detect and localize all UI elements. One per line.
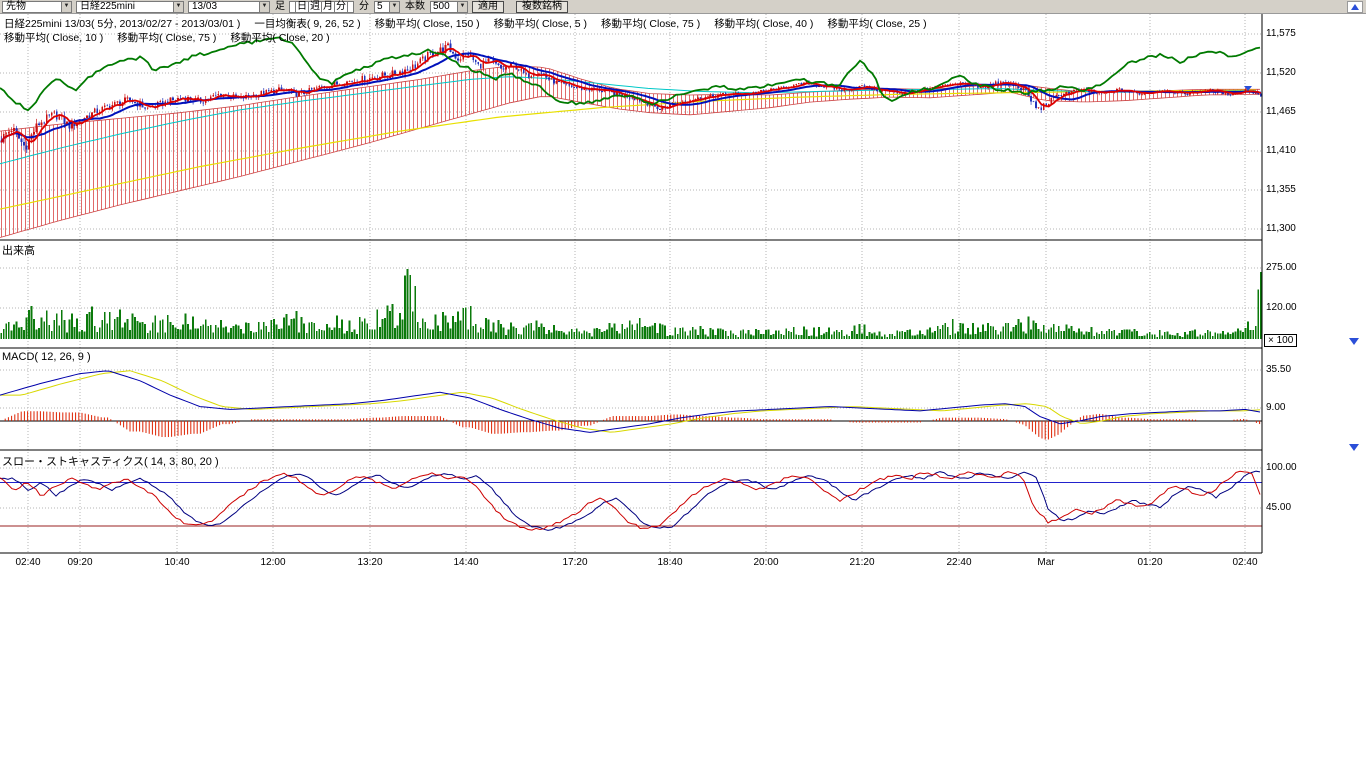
chart-canvas[interactable] [0,0,1366,575]
minute-label: 分 [358,1,370,12]
legend-item: 移動平均( Close, 25 ) [827,16,926,31]
chevron-down-icon[interactable]: ▼ [61,2,71,12]
macd-panel-label: MACD( 12, 26, 9 ) [2,351,91,363]
period-button-group: 日週月分 [290,1,354,13]
stoch-axis-label: 100.00 [1266,462,1297,473]
instrument-type-value: 先物 [6,1,26,12]
contract-month-select[interactable]: 13/03 ▼ [188,1,270,13]
instrument-value: 日経225mini [80,1,135,12]
legend-row-1: 日経225mini 13/03( 5分, 2013/02/27 - 2013/0… [4,16,927,31]
period-button-1[interactable]: 週 [308,1,322,13]
volume-axis-label: 120.00 [1266,302,1297,313]
chevron-down-icon[interactable]: ▼ [173,2,183,12]
time-axis-label: 12:00 [251,557,295,568]
price-axis-label: 11,410 [1266,145,1296,156]
chevron-down-icon[interactable]: ▼ [389,2,399,12]
period-button-2[interactable]: 月 [321,1,335,13]
period-button-3[interactable]: 分 [334,1,348,13]
scroll-up-button[interactable] [1347,1,1363,13]
volume-axis-label: 275.00 [1266,262,1297,273]
time-axis-label: 18:40 [648,557,692,568]
legend-item: 移動平均( Close, 10 ) [4,30,103,45]
time-axis-label: Mar [1024,557,1068,568]
period-button-narrow-right[interactable] [347,1,354,13]
time-axis-label: 09:20 [58,557,102,568]
last-price-marker-icon [1244,86,1252,91]
chevron-down-icon[interactable]: ▼ [457,2,467,12]
time-axis-label: 20:00 [744,557,788,568]
toolbar: 先物 ▼ 日経225mini ▼ 13/03 ▼ 足 日週月分 分 5 ▼ 本数… [0,0,1366,14]
time-axis-label: 13:20 [348,557,392,568]
volume-panel-collapse-icon[interactable] [1349,338,1359,345]
period-label: 足 [274,1,286,12]
time-axis-label: 14:40 [444,557,488,568]
price-axis-label: 11,300 [1266,223,1296,234]
legend-item: 移動平均( Close, 5 ) [494,16,587,31]
time-axis-label: 02:40 [1223,557,1267,568]
macd-panel-collapse-icon[interactable] [1349,444,1359,451]
legend-item: 日経225mini 13/03( 5分, 2013/02/27 - 2013/0… [4,16,240,31]
bars-value: 500 [433,1,450,12]
legend-item: 移動平均( Close, 20 ) [230,30,329,45]
macd-axis-label: 9.00 [1266,402,1285,413]
time-axis-label: 21:20 [840,557,884,568]
volume-multiplier-badge: × 100 [1264,334,1297,347]
bars-input[interactable]: 500 ▼ [430,1,468,13]
contract-month-value: 13/03 [192,1,217,12]
stoch-axis-label: 45.00 [1266,502,1291,513]
time-axis-label: 02:40 [6,557,50,568]
legend-row-2: 移動平均( Close, 10 ) 移動平均( Close, 75 ) 移動平均( … [4,30,330,45]
apply-button[interactable]: 適用 [472,1,504,13]
macd-axis-label: 35.50 [1266,364,1291,375]
legend-item: 移動平均( Close, 75 ) [117,30,216,45]
legend-item: 移動平均( Close, 40 ) [714,16,813,31]
time-axis-label: 22:40 [937,557,981,568]
stoch-panel-label: スロー・ストキャスティクス( 14, 3, 80, 20 ) [2,453,219,469]
bars-label: 本数 [404,1,426,12]
time-axis-label: 10:40 [155,557,199,568]
trading-chart-window: 先物 ▼ 日経225mini ▼ 13/03 ▼ 足 日週月分 分 5 ▼ 本数… [0,0,1366,768]
volume-panel-label: 出来高 [2,242,35,258]
legend-item: 移動平均( Close, 75 ) [601,16,700,31]
minute-value: 5 [377,1,383,12]
multi-symbol-button[interactable]: 複数銘柄 [516,1,568,13]
minute-input[interactable]: 5 ▼ [374,1,400,13]
time-axis-label: 17:20 [553,557,597,568]
price-axis-label: 11,465 [1266,106,1296,117]
period-button-0[interactable]: 日 [295,1,309,13]
instrument-type-select[interactable]: 先物 ▼ [2,1,72,13]
price-axis-label: 11,575 [1266,28,1296,39]
instrument-select[interactable]: 日経225mini ▼ [76,1,184,13]
price-axis-label: 11,520 [1266,67,1296,78]
chevron-down-icon[interactable]: ▼ [259,2,269,12]
triangle-up-icon [1351,4,1359,10]
time-axis-label: 01:20 [1128,557,1172,568]
price-axis-label: 11,355 [1266,184,1296,195]
legend-item: 一目均衡表( 9, 26, 52 ) [254,16,360,31]
legend-item: 移動平均( Close, 150 ) [375,16,480,31]
